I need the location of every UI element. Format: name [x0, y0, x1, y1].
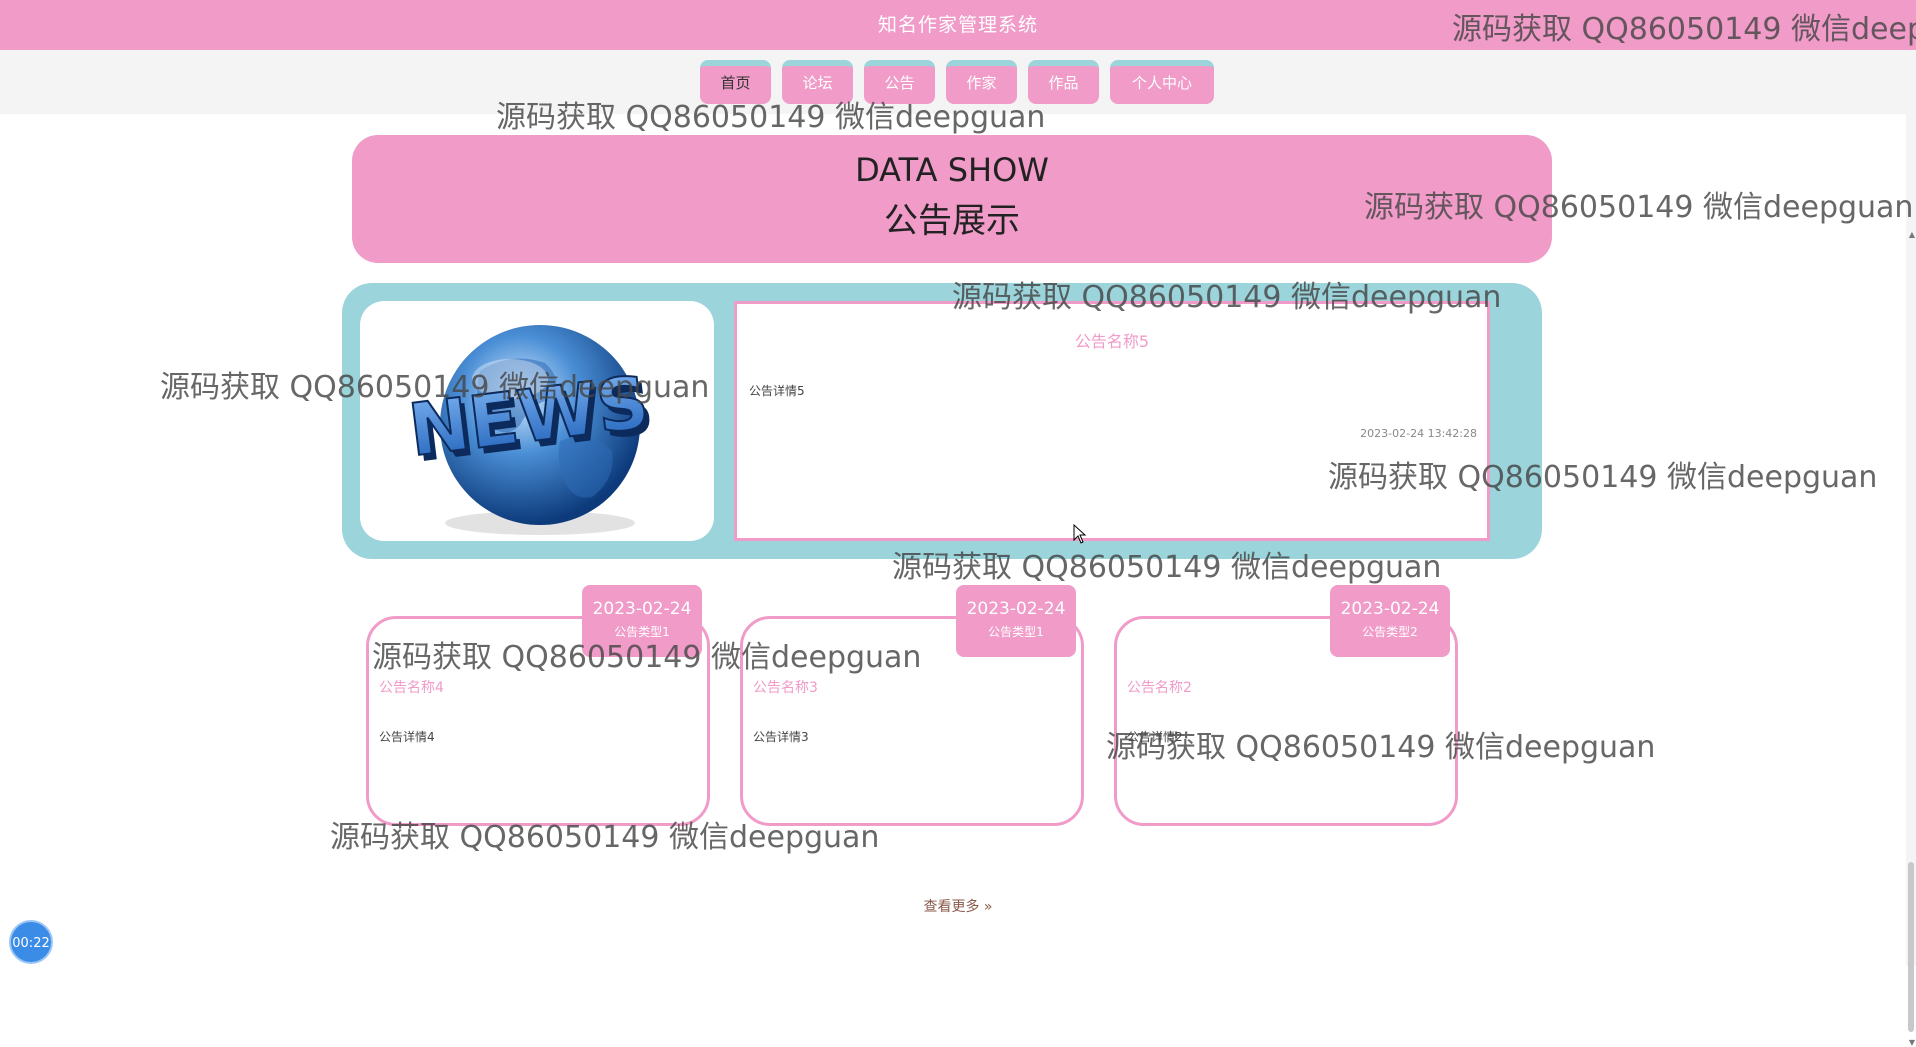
card-date: 2023-02-24	[1340, 599, 1440, 619]
card-detail: 公告详情3	[753, 730, 809, 744]
watermark: 源码获取 QQ86050149 微信deepguan	[892, 550, 1442, 585]
timer-label: 00:22	[12, 936, 50, 951]
nav-profile[interactable]: 个人中心	[1110, 60, 1214, 104]
card-detail: 公告详情4	[379, 730, 435, 744]
card-type: 公告类型1	[988, 625, 1044, 639]
card-title[interactable]: 公告名称4	[379, 677, 707, 697]
view-more-label[interactable]: 查看更多 »	[923, 899, 992, 915]
watermark: 源码获取 QQ86050149 微信deepguan	[1364, 190, 1914, 225]
view-more-link[interactable]: 查看更多 »	[0, 896, 1916, 916]
timer-badge[interactable]: 00:22	[9, 920, 53, 964]
watermark: 源码获取 QQ86050149 微信deepguan	[372, 640, 922, 675]
scroll-thumb[interactable]	[1908, 862, 1914, 1032]
card-type: 公告类型2	[1362, 625, 1418, 639]
scroll-down-arrow-icon[interactable]: ▼	[1909, 1038, 1915, 1047]
card-title[interactable]: 公告名称2	[1127, 677, 1455, 697]
watermark: 源码获取 QQ86050149 微信deepguan	[952, 280, 1502, 315]
card-title[interactable]: 公告名称3	[753, 677, 1081, 697]
featured-title[interactable]: 公告名称5	[737, 328, 1487, 352]
date-tag: 2023-02-24 公告类型1	[956, 585, 1076, 657]
card-date: 2023-02-24	[966, 599, 1066, 619]
announcement-card[interactable]: 2023-02-24 公告类型2 公告名称2 公告详情2	[1114, 585, 1458, 826]
card-date: 2023-02-24	[592, 599, 692, 619]
featured-detail: 公告详情5	[749, 384, 805, 398]
vertical-scrollbar[interactable]: ▲ ▼	[1906, 114, 1916, 1047]
scroll-up-arrow-icon[interactable]: ▲	[1909, 230, 1915, 239]
app-title: 知名作家管理系统	[877, 14, 1038, 36]
news-globe-image[interactable]: NEWS NEWS	[360, 301, 714, 541]
watermark: 源码获取 QQ86050149 微信deepguan	[496, 100, 1046, 135]
featured-card[interactable]: 公告名称5 公告详情5 2023-02-24 13:42:28	[734, 301, 1490, 541]
watermark: 源码获取 QQ86050149 微信deepguan	[1328, 460, 1878, 495]
date-tag: 2023-02-24 公告类型2	[1330, 585, 1450, 657]
watermark: 源码获取 QQ86050149 微信deepguan	[160, 370, 710, 405]
featured-time: 2023-02-24 13:42:28	[1360, 427, 1477, 440]
featured-announcement: NEWS NEWS 公告名称5 公告详情5 2023-02-24 13:42:2…	[342, 283, 1542, 559]
watermark: 源码获取 QQ86050149 微信deepguan	[330, 820, 880, 855]
watermark: 源码获取 QQ86050149 微信deepguan	[1452, 12, 1916, 47]
watermark: 源码获取 QQ86050149 微信deepguan	[1106, 730, 1656, 765]
